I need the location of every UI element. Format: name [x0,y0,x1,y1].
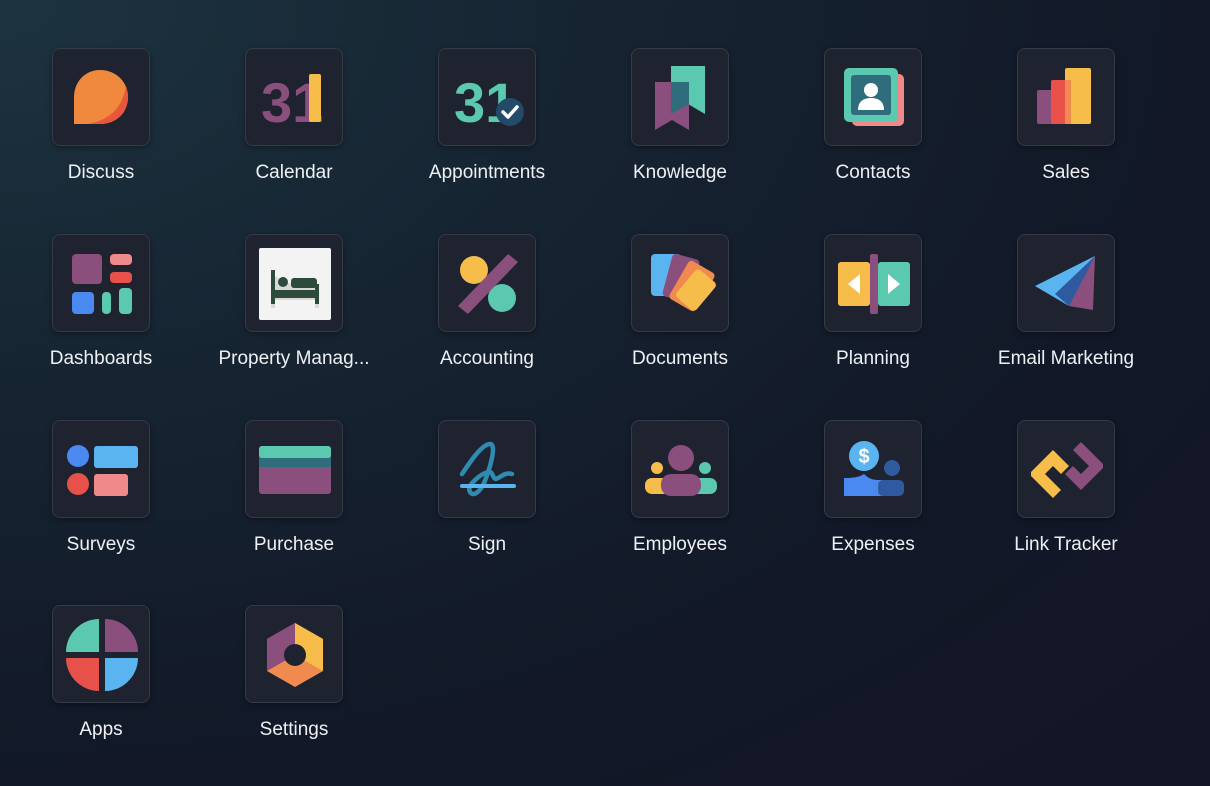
app-label: Link Tracker [1014,534,1118,555]
app-tile[interactable] [245,234,343,332]
app-employees[interactable]: Employees [595,420,765,580]
app-property-management[interactable]: Property Manag... [209,234,379,394]
link-tracker-icon [1031,442,1103,498]
documents-icon [651,254,716,312]
app-contacts[interactable]: Contacts [788,48,958,208]
app-planning[interactable]: Planning [788,234,958,394]
app-calendar[interactable]: 31 Calendar [209,48,379,208]
app-label: Calendar [255,162,333,183]
app-label: Accounting [439,348,534,369]
app-label: Planning [836,348,910,369]
purchase-icon [259,446,331,494]
apps-icon [66,619,138,691]
app-label: Sales [1042,162,1090,183]
dashboards-icon [72,254,132,314]
dollar-sign: $ [858,446,869,468]
app-tile[interactable] [438,234,536,332]
app-label: Expenses [831,534,915,555]
app-email-marketing[interactable]: Email Marketing [981,234,1151,394]
app-label: Dashboards [49,348,153,369]
app-accounting[interactable]: Accounting [402,234,572,394]
app-tile[interactable] [631,420,729,518]
app-label: Purchase [253,534,335,555]
sign-icon [459,441,516,497]
email-marketing-icon [1035,256,1095,310]
app-tile[interactable]: $ [824,420,922,518]
app-grid: Discuss 31 Calendar 31 Appointments Know… [0,0,1210,786]
appointments-icon: 31 [454,71,524,134]
app-apps[interactable]: Apps [16,605,186,765]
app-tile[interactable] [52,605,150,703]
accounting-icon [458,254,518,314]
contacts-icon [844,68,904,126]
calendar-icon: 31 [261,71,323,134]
app-label: Settings [259,719,329,740]
planning-icon [838,254,910,314]
app-purchase[interactable]: Purchase [209,420,379,580]
app-sign[interactable]: Sign [402,420,572,580]
app-label: Contacts [835,162,911,183]
app-tile[interactable] [52,48,150,146]
app-sales[interactable]: Sales [981,48,1151,208]
app-dashboards[interactable]: Dashboards [16,234,186,394]
app-tile[interactable] [245,420,343,518]
app-link-tracker[interactable]: Link Tracker [981,420,1151,580]
app-tile[interactable] [245,605,343,703]
app-settings[interactable]: Settings [209,605,379,765]
settings-icon [267,623,323,687]
employees-icon [645,445,717,496]
app-discuss[interactable]: Discuss [16,48,186,208]
knowledge-icon [655,66,705,130]
app-tile[interactable] [438,420,536,518]
app-label: Appointments [428,162,546,183]
app-label: Documents [631,348,729,369]
app-label: Sign [467,534,507,555]
app-tile[interactable]: 31 [245,48,343,146]
app-label: Discuss [67,162,135,183]
discuss-icon [74,70,128,124]
app-tile[interactable] [824,234,922,332]
expenses-icon: $ [844,441,904,496]
sales-icon [1037,68,1091,124]
property-management-icon [259,248,331,320]
app-label: Employees [633,534,727,555]
app-knowledge[interactable]: Knowledge [595,48,765,208]
app-tile[interactable] [631,234,729,332]
app-label: Email Marketing [997,348,1135,369]
app-tile[interactable] [52,234,150,332]
app-tile[interactable] [52,420,150,518]
app-tile[interactable] [824,48,922,146]
app-label: Property Manag... [218,348,370,369]
app-appointments[interactable]: 31 Appointments [402,48,572,208]
app-label: Surveys [66,534,136,555]
app-expenses[interactable]: $ Expenses [788,420,958,580]
app-documents[interactable]: Documents [595,234,765,394]
app-label: Knowledge [632,162,728,183]
app-tile[interactable] [1017,48,1115,146]
app-tile[interactable] [1017,234,1115,332]
app-tile[interactable] [631,48,729,146]
app-tile[interactable] [1017,420,1115,518]
app-tile[interactable]: 31 [438,48,536,146]
app-label: Apps [79,719,123,740]
app-surveys[interactable]: Surveys [16,420,186,580]
surveys-icon [67,445,138,496]
